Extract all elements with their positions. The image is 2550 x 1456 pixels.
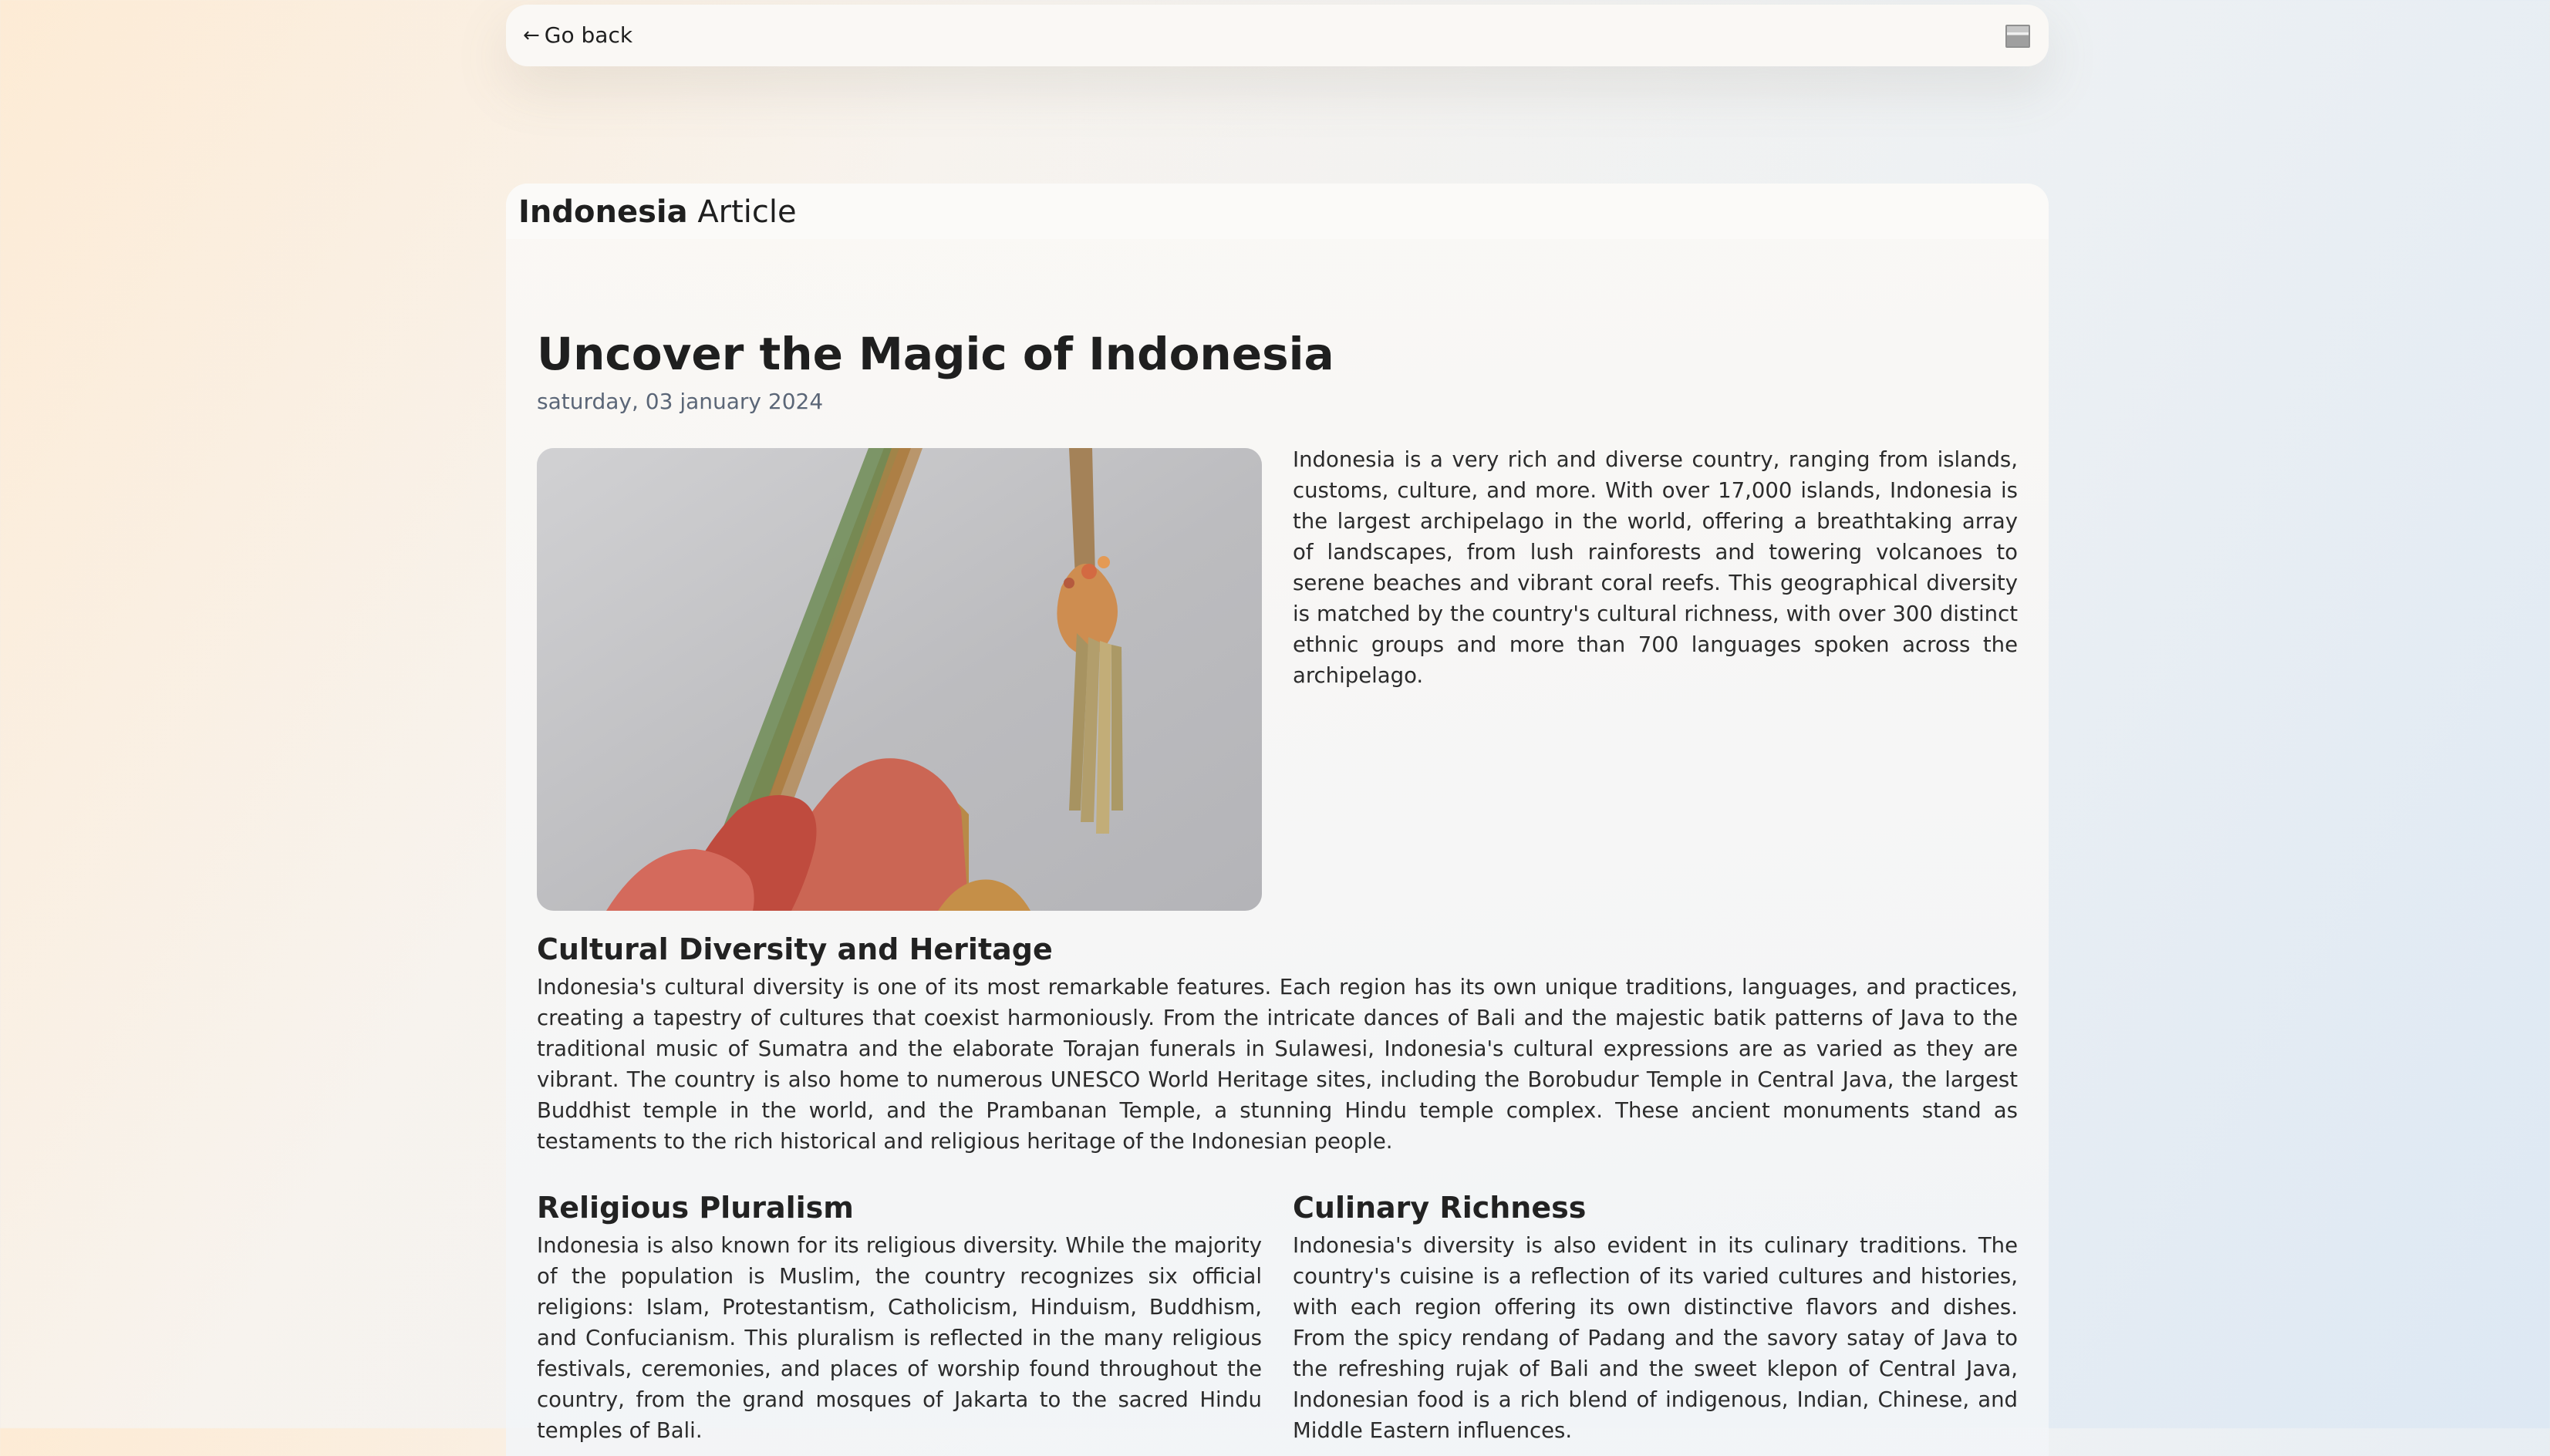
panel-title-strong: Indonesia xyxy=(518,194,688,230)
religious-pluralism-text: Indonesia is also known for its religiou… xyxy=(537,1233,1262,1443)
image-thumbnail-icon[interactable] xyxy=(2005,25,2030,48)
culinary-richness-section: Culinary Richness Indonesia's diversity … xyxy=(1293,1190,2018,1446)
go-back-button[interactable]: ← Go back xyxy=(523,22,632,49)
article-date: saturday, 03 january 2024 xyxy=(537,389,824,414)
top-navigation-bar: ← Go back xyxy=(506,5,2049,66)
cultural-diversity-section: Cultural Diversity and Heritage Indonesi… xyxy=(537,932,2018,1157)
culinary-richness-text: Indonesia's diversity is also evident in… xyxy=(1293,1233,2018,1443)
intro-paragraph: Indonesia is a very rich and diverse cou… xyxy=(1293,447,2018,688)
hero-image xyxy=(537,448,1262,911)
article-title: Uncover the Magic of Indonesia xyxy=(537,328,1334,380)
panel-title: Indonesia Article xyxy=(518,194,797,230)
religious-pluralism-title: Religious Pluralism xyxy=(537,1191,854,1225)
cultural-diversity-text: Indonesia's cultural diversity is one of… xyxy=(537,975,2018,1154)
article-panel: Indonesia Article Uncover the Magic of I… xyxy=(506,184,2049,1456)
panel-title-light: Article xyxy=(697,194,797,230)
religious-pluralism-section: Religious Pluralism Indonesia is also kn… xyxy=(537,1190,1262,1446)
go-back-label: Go back xyxy=(544,22,633,48)
culinary-richness-title: Culinary Richness xyxy=(1293,1191,1587,1225)
bali-penjor-illustration xyxy=(537,448,1262,911)
article-panel-header: Indonesia Article xyxy=(506,184,2049,239)
cultural-diversity-title: Cultural Diversity and Heritage xyxy=(537,932,1053,966)
left-arrow-icon: ← xyxy=(523,24,540,47)
